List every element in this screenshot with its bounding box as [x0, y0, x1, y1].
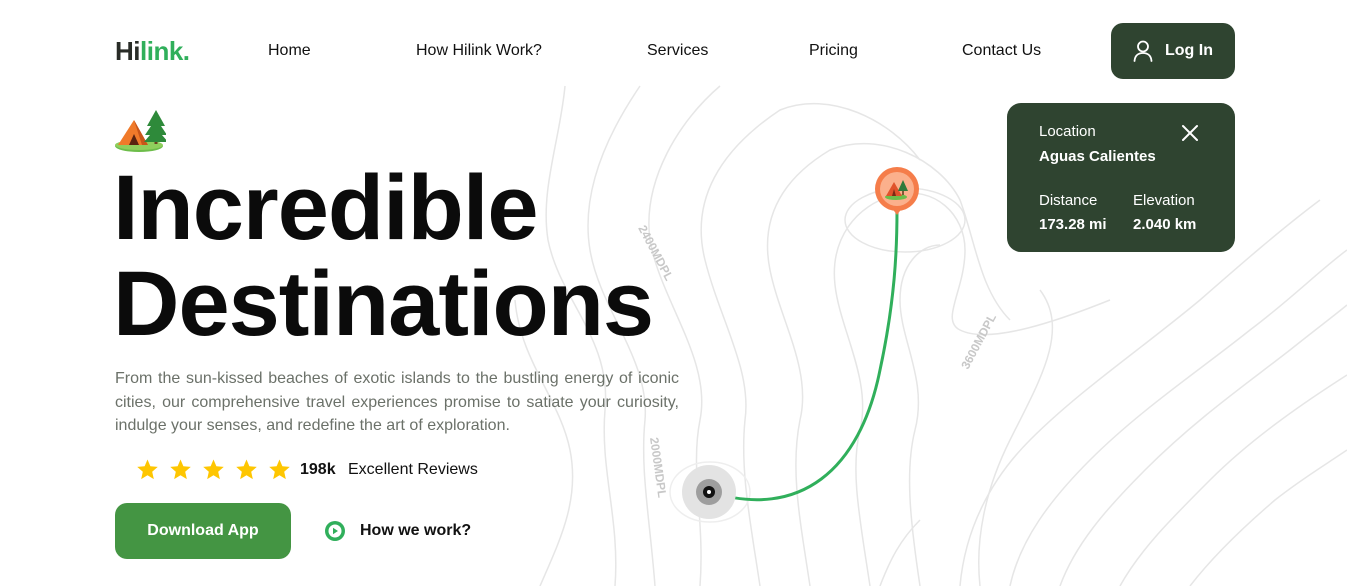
star-icon — [269, 459, 290, 480]
login-label: Log In — [1165, 42, 1213, 59]
star-icon — [236, 459, 257, 480]
star-icon — [203, 459, 224, 480]
contour-label-2000: 2000MDPL — [647, 436, 669, 498]
reviews-count: 198k — [300, 461, 336, 478]
elevation-label: Elevation — [1133, 192, 1195, 209]
login-button[interactable]: Log In — [1111, 23, 1235, 79]
hero-title-line1: Incredible — [113, 157, 539, 259]
rating-stars — [136, 458, 291, 481]
logo[interactable]: Hilink. — [115, 36, 190, 67]
star-icon — [170, 459, 191, 480]
hero-title: Incredible Destinations — [113, 157, 654, 355]
logo-part-link: link. — [140, 36, 190, 66]
destination-pin[interactable] — [875, 167, 919, 215]
nav-pricing[interactable]: Pricing — [809, 42, 858, 60]
camp-tent-icon — [885, 180, 908, 200]
route-line — [708, 208, 899, 502]
distance-value: 173.28 mi — [1039, 216, 1107, 233]
distance-label: Distance — [1039, 192, 1098, 209]
nav-home[interactable]: Home — [268, 42, 311, 60]
nav-how-hilink-work[interactable]: How Hilink Work? — [416, 42, 542, 60]
download-app-button[interactable]: Download App — [115, 503, 291, 559]
download-app-label: Download App — [147, 522, 259, 539]
hero-description: From the sun-kissed beaches of exotic is… — [115, 370, 679, 434]
location-card: Location Aguas Calientes Distance 173.28… — [1007, 103, 1235, 252]
location-value: Aguas Calientes — [1039, 148, 1156, 165]
elevation-value: 2.040 km — [1133, 216, 1197, 233]
how-we-work-label: How we work? — [360, 522, 472, 539]
logo-part-hi: Hi — [115, 36, 141, 66]
play-icon — [325, 521, 345, 541]
user-icon — [1133, 40, 1153, 62]
hero-title-line2: Destinations — [113, 253, 654, 355]
nav-services[interactable]: Services — [647, 42, 708, 60]
start-point-icon — [682, 465, 736, 519]
camping-icon — [115, 110, 166, 152]
how-we-work-button[interactable]: How we work? — [324, 520, 471, 542]
star-icon — [137, 459, 158, 480]
location-label: Location — [1039, 123, 1096, 140]
contour-label-3600: 3600MDPL — [958, 311, 999, 371]
reviews-label: Excellent Reviews — [348, 461, 478, 478]
nav-contact-us[interactable]: Contact Us — [962, 42, 1041, 60]
close-icon[interactable] — [1179, 122, 1201, 144]
